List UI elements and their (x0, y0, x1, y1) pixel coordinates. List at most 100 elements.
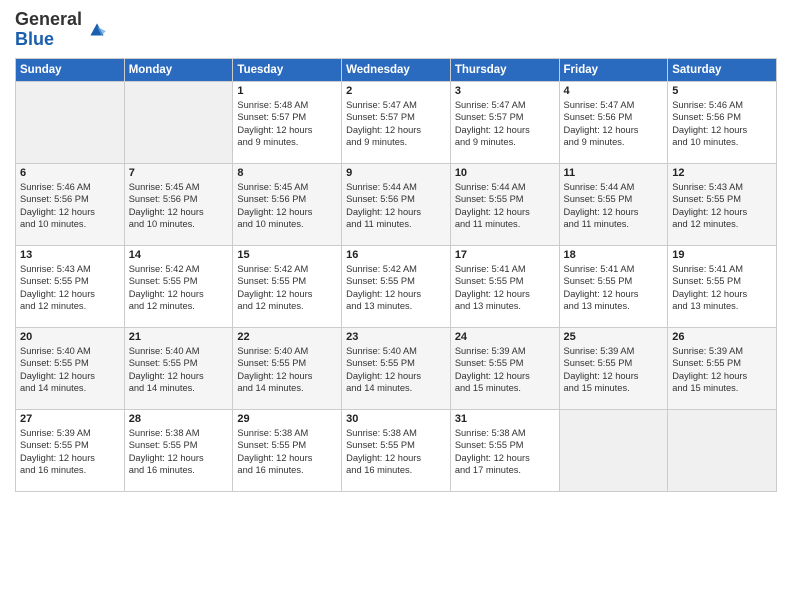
logo: General Blue (15, 10, 108, 50)
cell-info: Sunrise: 5:43 AM Sunset: 5:55 PM Dayligh… (672, 181, 772, 231)
day-number: 27 (20, 413, 120, 425)
calendar-cell: 1 Sunrise: 5:48 AM Sunset: 5:57 PM Daylig… (233, 81, 342, 163)
calendar-cell (16, 81, 125, 163)
calendar-cell: 16 Sunrise: 5:42 AM Sunset: 5:55 PM Dayli… (342, 245, 451, 327)
cell-info: Sunrise: 5:47 AM Sunset: 5:56 PM Dayligh… (564, 99, 664, 149)
day-number: 22 (237, 331, 337, 343)
cell-info: Sunrise: 5:38 AM Sunset: 5:55 PM Dayligh… (346, 427, 446, 477)
calendar-cell: 3 Sunrise: 5:47 AM Sunset: 5:57 PM Daylig… (450, 81, 559, 163)
cell-info: Sunrise: 5:39 AM Sunset: 5:55 PM Dayligh… (564, 345, 664, 395)
day-number: 13 (20, 249, 120, 261)
calendar-cell: 11Sunrise: 5:44 AM Sunset: 5:55 PM Dayli… (559, 163, 668, 245)
calendar-cell: 2 Sunrise: 5:47 AM Sunset: 5:57 PM Daylig… (342, 81, 451, 163)
day-number: 17 (455, 249, 555, 261)
calendar-table: SundayMondayTuesdayWednesdayThursdayFrid… (15, 58, 777, 492)
day-number: 29 (237, 413, 337, 425)
calendar-cell: 7 Sunrise: 5:45 AM Sunset: 5:56 PM Daylig… (124, 163, 233, 245)
cell-info: Sunrise: 5:40 AM Sunset: 5:55 PM Dayligh… (237, 345, 337, 395)
day-number: 28 (129, 413, 229, 425)
cell-info: Sunrise: 5:39 AM Sunset: 5:55 PM Dayligh… (455, 345, 555, 395)
calendar-cell: 9 Sunrise: 5:44 AM Sunset: 5:56 PM Daylig… (342, 163, 451, 245)
col-header-monday: Monday (124, 58, 233, 81)
calendar-cell: 5 Sunrise: 5:46 AM Sunset: 5:56 PM Daylig… (668, 81, 777, 163)
calendar-cell: 13Sunrise: 5:43 AM Sunset: 5:55 PM Dayli… (16, 245, 125, 327)
cell-info: Sunrise: 5:38 AM Sunset: 5:55 PM Dayligh… (455, 427, 555, 477)
week-row-4: 20 Sunrise: 5:40 AM Sunset: 5:55 PM Dayli… (16, 327, 777, 409)
calendar-cell: 25Sunrise: 5:39 AM Sunset: 5:55 PM Dayli… (559, 327, 668, 409)
calendar-cell: 15 Sunrise: 5:42 AM Sunset: 5:55 PM Dayli… (233, 245, 342, 327)
cell-info: Sunrise: 5:47 AM Sunset: 5:57 PM Dayligh… (346, 99, 446, 149)
calendar-cell: 29Sunrise: 5:38 AM Sunset: 5:55 PM Dayli… (233, 409, 342, 491)
week-row-5: 27 Sunrise: 5:39 AM Sunset: 5:55 PM Dayli… (16, 409, 777, 491)
day-number: 9 (346, 167, 446, 179)
calendar-cell: 26 Sunrise: 5:39 AM Sunset: 5:55 PM Dayli… (668, 327, 777, 409)
day-number: 31 (455, 413, 555, 425)
day-number: 30 (346, 413, 446, 425)
week-row-1: 1 Sunrise: 5:48 AM Sunset: 5:57 PM Daylig… (16, 81, 777, 163)
day-number: 21 (129, 331, 229, 343)
calendar-cell: 24 Sunrise: 5:39 AM Sunset: 5:55 PM Dayli… (450, 327, 559, 409)
cell-info: Sunrise: 5:46 AM Sunset: 5:56 PM Dayligh… (672, 99, 772, 149)
day-number: 23 (346, 331, 446, 343)
calendar-cell: 31 Sunrise: 5:38 AM Sunset: 5:55 PM Dayli… (450, 409, 559, 491)
calendar-cell: 4Sunrise: 5:47 AM Sunset: 5:56 PM Daylig… (559, 81, 668, 163)
calendar-cell: 19 Sunrise: 5:41 AM Sunset: 5:55 PM Dayli… (668, 245, 777, 327)
day-number: 10 (455, 167, 555, 179)
col-header-friday: Friday (559, 58, 668, 81)
day-number: 20 (20, 331, 120, 343)
cell-info: Sunrise: 5:44 AM Sunset: 5:56 PM Dayligh… (346, 181, 446, 231)
col-header-sunday: Sunday (16, 58, 125, 81)
calendar-cell: 10 Sunrise: 5:44 AM Sunset: 5:55 PM Dayli… (450, 163, 559, 245)
calendar-cell: 27 Sunrise: 5:39 AM Sunset: 5:55 PM Dayli… (16, 409, 125, 491)
cell-info: Sunrise: 5:40 AM Sunset: 5:55 PM Dayligh… (20, 345, 120, 395)
calendar-cell: 22 Sunrise: 5:40 AM Sunset: 5:55 PM Dayli… (233, 327, 342, 409)
calendar-cell (559, 409, 668, 491)
cell-info: Sunrise: 5:39 AM Sunset: 5:55 PM Dayligh… (672, 345, 772, 395)
cell-info: Sunrise: 5:44 AM Sunset: 5:55 PM Dayligh… (455, 181, 555, 231)
calendar-cell: 14 Sunrise: 5:42 AM Sunset: 5:55 PM Dayli… (124, 245, 233, 327)
cell-info: Sunrise: 5:48 AM Sunset: 5:57 PM Dayligh… (237, 99, 337, 149)
day-number: 24 (455, 331, 555, 343)
cell-info: Sunrise: 5:41 AM Sunset: 5:55 PM Dayligh… (672, 263, 772, 313)
day-number: 3 (455, 85, 555, 97)
cell-info: Sunrise: 5:38 AM Sunset: 5:55 PM Dayligh… (129, 427, 229, 477)
cell-info: Sunrise: 5:42 AM Sunset: 5:55 PM Dayligh… (129, 263, 229, 313)
day-number: 5 (672, 85, 772, 97)
logo-general: General (15, 9, 82, 29)
cell-info: Sunrise: 5:41 AM Sunset: 5:55 PM Dayligh… (455, 263, 555, 313)
day-number: 18 (564, 249, 664, 261)
day-number: 16 (346, 249, 446, 261)
calendar-cell (668, 409, 777, 491)
cell-info: Sunrise: 5:42 AM Sunset: 5:55 PM Dayligh… (237, 263, 337, 313)
day-number: 1 (237, 85, 337, 97)
day-number: 15 (237, 249, 337, 261)
day-number: 8 (237, 167, 337, 179)
calendar-cell: 23Sunrise: 5:40 AM Sunset: 5:55 PM Dayli… (342, 327, 451, 409)
logo-blue: Blue (15, 29, 54, 49)
day-number: 14 (129, 249, 229, 261)
cell-info: Sunrise: 5:45 AM Sunset: 5:56 PM Dayligh… (129, 181, 229, 231)
calendar-cell: 18Sunrise: 5:41 AM Sunset: 5:55 PM Dayli… (559, 245, 668, 327)
cell-info: Sunrise: 5:40 AM Sunset: 5:55 PM Dayligh… (129, 345, 229, 395)
calendar-cell: 21 Sunrise: 5:40 AM Sunset: 5:55 PM Dayli… (124, 327, 233, 409)
calendar-cell: 8 Sunrise: 5:45 AM Sunset: 5:56 PM Daylig… (233, 163, 342, 245)
week-row-3: 13Sunrise: 5:43 AM Sunset: 5:55 PM Dayli… (16, 245, 777, 327)
header-row: SundayMondayTuesdayWednesdayThursdayFrid… (16, 58, 777, 81)
day-number: 19 (672, 249, 772, 261)
calendar-cell: 6Sunrise: 5:46 AM Sunset: 5:56 PM Daylig… (16, 163, 125, 245)
day-number: 26 (672, 331, 772, 343)
col-header-wednesday: Wednesday (342, 58, 451, 81)
calendar-cell: 20 Sunrise: 5:40 AM Sunset: 5:55 PM Dayli… (16, 327, 125, 409)
page-header: General Blue (15, 10, 777, 50)
cell-info: Sunrise: 5:47 AM Sunset: 5:57 PM Dayligh… (455, 99, 555, 149)
logo-icon (86, 19, 108, 41)
cell-info: Sunrise: 5:45 AM Sunset: 5:56 PM Dayligh… (237, 181, 337, 231)
cell-info: Sunrise: 5:46 AM Sunset: 5:56 PM Dayligh… (20, 181, 120, 231)
col-header-saturday: Saturday (668, 58, 777, 81)
cell-info: Sunrise: 5:39 AM Sunset: 5:55 PM Dayligh… (20, 427, 120, 477)
day-number: 11 (564, 167, 664, 179)
cell-info: Sunrise: 5:42 AM Sunset: 5:55 PM Dayligh… (346, 263, 446, 313)
calendar-cell: 17 Sunrise: 5:41 AM Sunset: 5:55 PM Dayli… (450, 245, 559, 327)
day-number: 2 (346, 85, 446, 97)
day-number: 7 (129, 167, 229, 179)
